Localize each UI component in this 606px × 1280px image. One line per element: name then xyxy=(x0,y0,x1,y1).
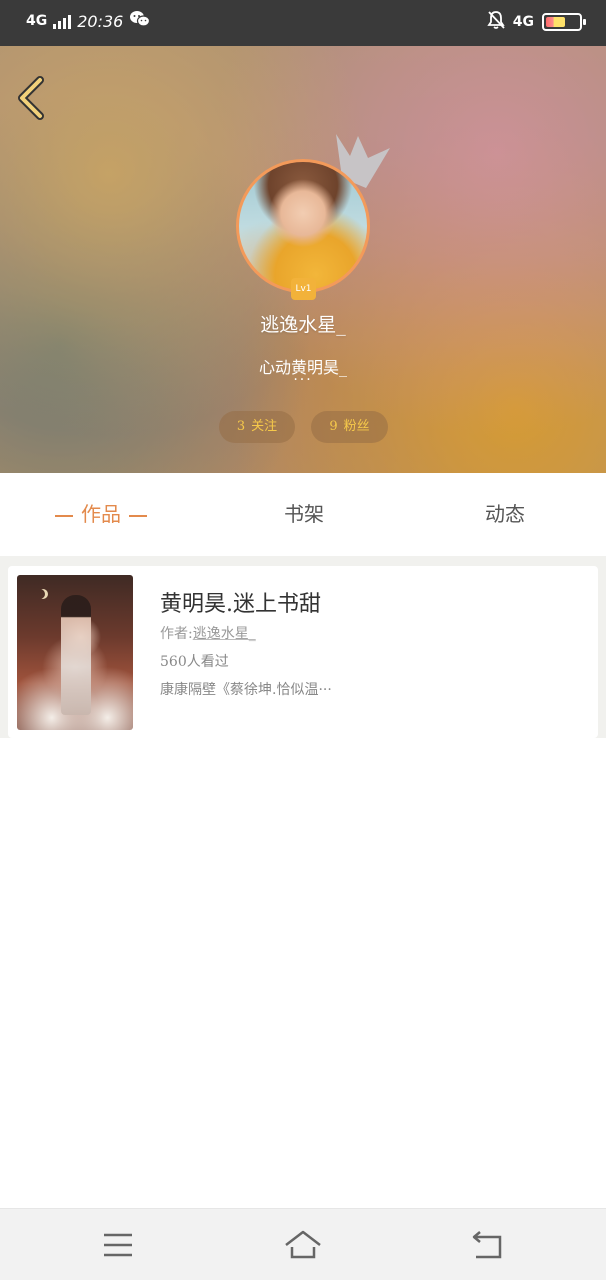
avatar[interactable] xyxy=(236,159,370,293)
tab-works-label: 作品 xyxy=(81,502,121,526)
tab-activity[interactable]: 动态 xyxy=(455,473,555,556)
fans-label: 粉丝 xyxy=(343,419,370,434)
tab-activity-label: 动态 xyxy=(485,502,525,526)
network-type-left: 4G xyxy=(26,13,48,29)
divider xyxy=(0,556,606,566)
list-item[interactable]: 黄明昊.迷上书甜 作者:逃逸水星_ 560人看过 康康隔壁《蔡徐坤.恰似温··· xyxy=(8,566,598,738)
menu-icon[interactable] xyxy=(98,1227,138,1263)
following-label: 关注 xyxy=(251,419,278,434)
profile-header: Lv1 逃逸水星_ 心动黄明昊_ ··· 3 关注 9 粉丝 xyxy=(0,46,606,473)
profile-tabs: 作品 书架 动态 xyxy=(0,473,606,556)
back-arrow-icon[interactable] xyxy=(14,74,50,122)
avatar-image xyxy=(239,162,367,290)
mute-bell-icon xyxy=(487,10,505,34)
home-icon[interactable] xyxy=(283,1227,323,1263)
tab-bookshelf[interactable]: 书架 xyxy=(254,473,354,556)
network-type-right: 4G xyxy=(512,14,534,30)
level-badge: Lv1 xyxy=(291,278,316,300)
book-title[interactable]: 黄明昊.迷上书甜 xyxy=(160,586,321,618)
book-author-name[interactable]: 逃逸水星_ xyxy=(193,626,256,642)
following-button[interactable]: 3 关注 xyxy=(219,411,295,443)
back-icon[interactable] xyxy=(468,1227,508,1263)
username: 逃逸水星_ xyxy=(260,314,346,336)
tab-works[interactable]: 作品 xyxy=(40,473,162,556)
status-bar: 4G 20:36 4G xyxy=(0,0,606,46)
clock: 20:36 xyxy=(77,11,124,31)
following-count: 3 xyxy=(236,419,246,434)
fans-count: 9 xyxy=(329,419,338,434)
system-nav-bar xyxy=(0,1208,606,1280)
book-description: 康康隔壁《蔡徐坤.恰似温··· xyxy=(160,682,332,698)
signature-more[interactable]: ··· xyxy=(0,372,606,388)
signal-icon xyxy=(53,13,72,29)
works-list: 黄明昊.迷上书甜 作者:逃逸水星_ 560人看过 康康隔壁《蔡徐坤.恰似温··· xyxy=(0,566,606,738)
fans-button[interactable]: 9 粉丝 xyxy=(311,411,388,443)
book-author: 作者:逃逸水星_ xyxy=(160,623,256,643)
book-cover[interactable] xyxy=(17,575,133,730)
book-views: 560人看过 xyxy=(160,654,229,670)
wechat-icon xyxy=(129,10,151,32)
book-author-prefix: 作者: xyxy=(160,626,193,642)
battery-icon xyxy=(542,13,586,31)
tab-bookshelf-label: 书架 xyxy=(284,502,324,526)
